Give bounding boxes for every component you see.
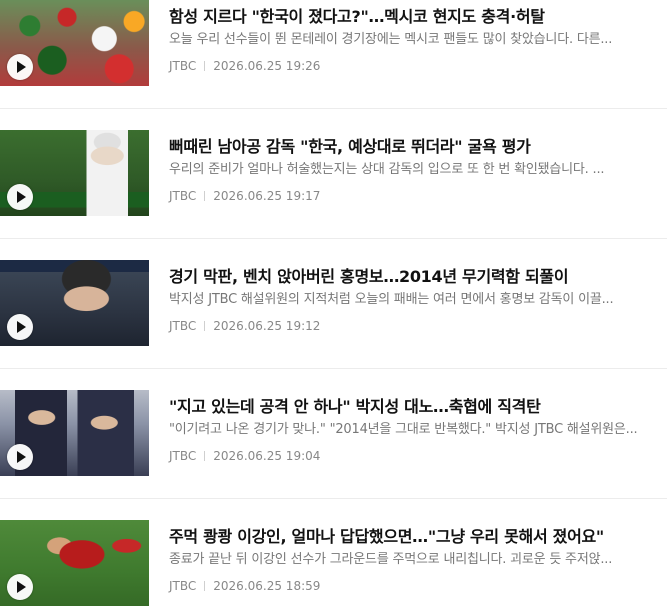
news-item[interactable]: 주먹 쾅쾅 이강인, 얼마나 답답했으면…"그냥 우리 못해서 졌어요" 종료가…: [0, 498, 667, 612]
news-summary: 오늘 우리 선수들이 뛴 몬테레이 경기장에는 멕시코 팬들도 많이 찾았습니다…: [169, 32, 613, 47]
news-summary: 박지성 JTBC 해설위원의 지적처럼 오늘의 패배는 여러 면에서 홍명보 감…: [169, 292, 614, 307]
news-source: JTBC: [169, 579, 197, 593]
meta-divider: [204, 191, 206, 201]
meta-divider: [204, 321, 206, 331]
play-icon[interactable]: [7, 444, 33, 470]
news-summary: 종료가 끝난 뒤 이강인 선수가 그라운드를 주먹으로 내리칩니다. 괴로운 듯…: [169, 552, 613, 567]
news-datetime: 2026.06.25 19:26: [213, 59, 321, 73]
news-item[interactable]: 경기 막판, 벤치 앉아버린 홍명보…2014년 무기력함 되풀이 박지성 JT…: [0, 238, 667, 352]
news-thumbnail[interactable]: [0, 520, 149, 606]
news-source: JTBC: [169, 59, 197, 73]
news-item[interactable]: "지고 있는데 공격 안 하나" 박지성 대노…축협에 직격탄 "이기려고 나온…: [0, 368, 667, 482]
news-item[interactable]: 뻐때린 남아공 감독 "한국, 예상대로 뛰더라" 굴욕 평가 우리의 준비가 …: [0, 108, 667, 222]
meta-divider: [204, 61, 206, 71]
news-title[interactable]: 함성 지르다 "한국이 졌다고?"…멕시코 현지도 충격·허탈: [169, 6, 667, 28]
news-thumbnail[interactable]: [0, 130, 149, 216]
news-meta: JTBC 2026.06.25 19:17: [169, 188, 667, 204]
meta-divider: [204, 581, 206, 591]
news-item[interactable]: 함성 지르다 "한국이 졌다고?"…멕시코 현지도 충격·허탈 오늘 우리 선수…: [0, 0, 667, 92]
news-list: 함성 지르다 "한국이 졌다고?"…멕시코 현지도 충격·허탈 오늘 우리 선수…: [0, 0, 667, 611]
news-meta: JTBC 2026.06.25 19:12: [169, 318, 667, 334]
play-icon[interactable]: [7, 54, 33, 80]
news-title[interactable]: 경기 막판, 벤치 앉아버린 홍명보…2014년 무기력함 되풀이: [169, 266, 667, 288]
play-icon[interactable]: [7, 314, 33, 340]
news-summary: "이기려고 나온 경기가 맞나." "2014년을 그대로 반복했다." 박지성…: [169, 422, 638, 437]
news-meta: JTBC 2026.06.25 18:59: [169, 578, 667, 594]
news-title[interactable]: 뻐때린 남아공 감독 "한국, 예상대로 뛰더라" 굴욕 평가: [169, 136, 667, 158]
play-icon[interactable]: [7, 574, 33, 600]
news-meta: JTBC 2026.06.25 19:04: [169, 448, 667, 464]
news-thumbnail[interactable]: [0, 260, 149, 346]
news-datetime: 2026.06.25 18:59: [213, 579, 321, 593]
news-thumbnail[interactable]: [0, 390, 149, 476]
news-datetime: 2026.06.25 19:12: [213, 319, 321, 333]
meta-divider: [204, 451, 206, 461]
news-thumbnail[interactable]: [0, 0, 149, 86]
news-datetime: 2026.06.25 19:04: [213, 449, 321, 463]
news-datetime: 2026.06.25 19:17: [213, 189, 321, 203]
news-source: JTBC: [169, 189, 197, 203]
news-title[interactable]: "지고 있는데 공격 안 하나" 박지성 대노…축협에 직격탄: [169, 396, 667, 418]
news-source: JTBC: [169, 319, 197, 333]
news-meta: JTBC 2026.06.25 19:26: [169, 58, 667, 74]
news-summary: 우리의 준비가 얼마나 허술했는지는 상대 감독의 입으로 또 한 번 확인됐습…: [169, 162, 605, 177]
news-source: JTBC: [169, 449, 197, 463]
play-icon[interactable]: [7, 184, 33, 210]
news-title[interactable]: 주먹 쾅쾅 이강인, 얼마나 답답했으면…"그냥 우리 못해서 졌어요": [169, 526, 667, 548]
